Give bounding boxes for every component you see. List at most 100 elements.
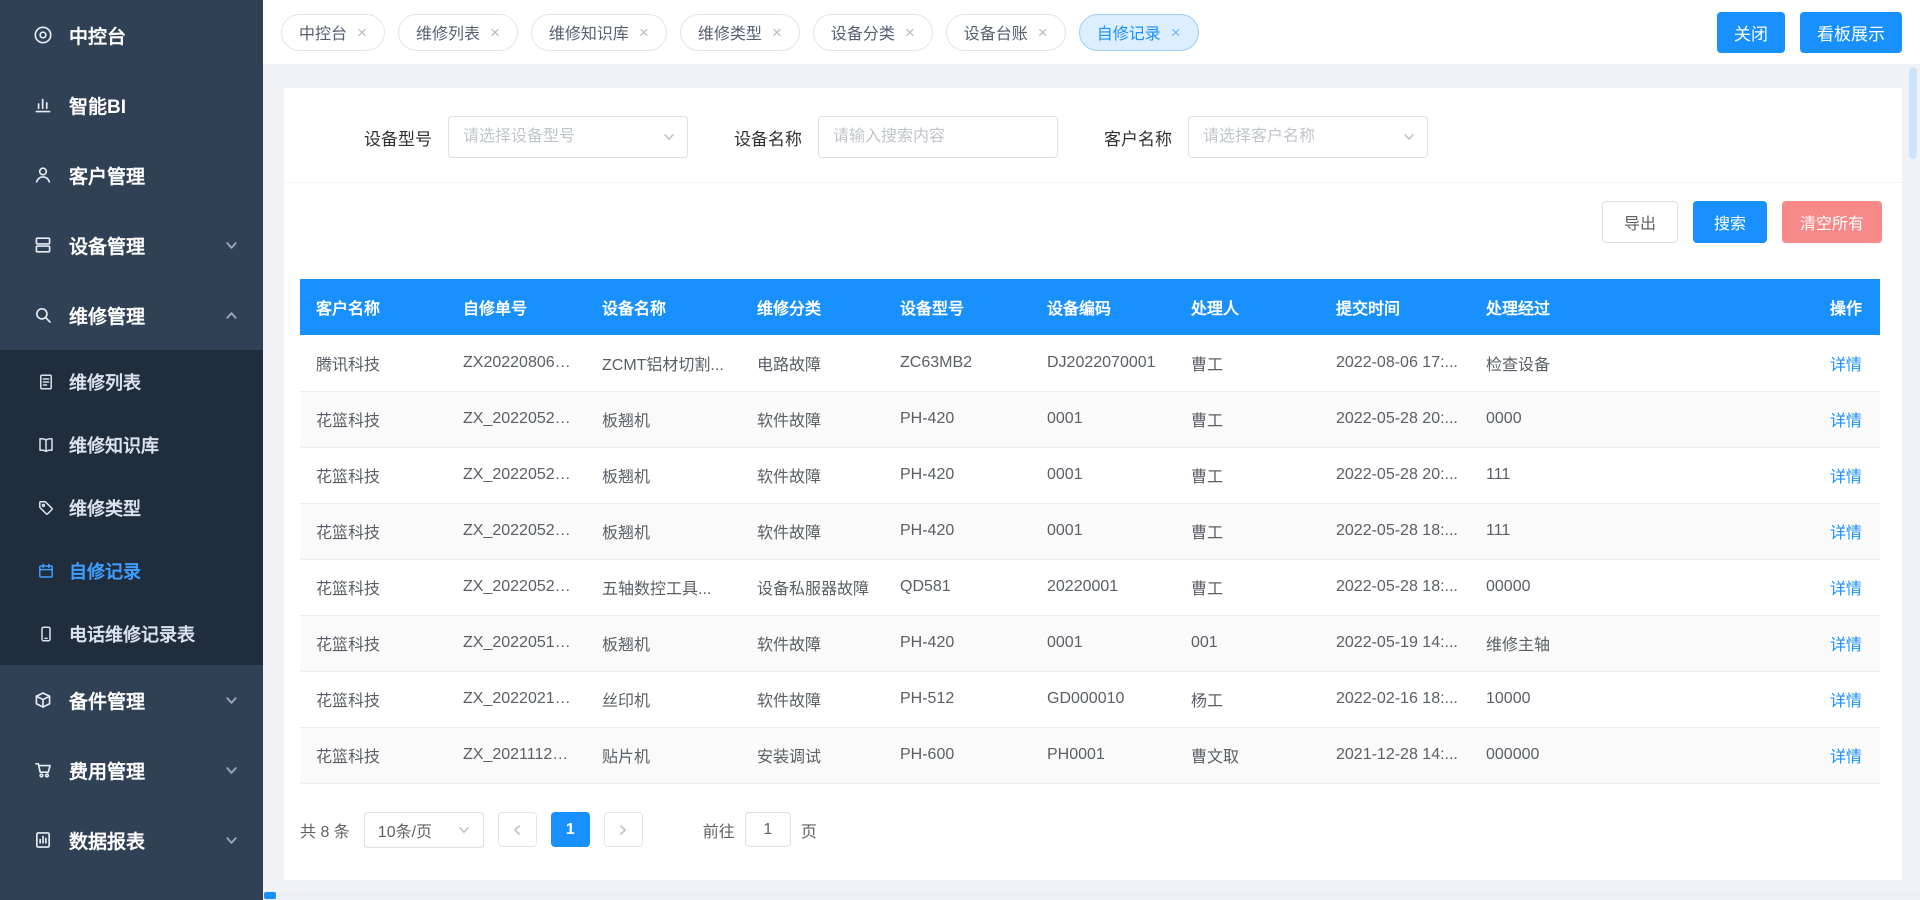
tab-close-icon[interactable]: × [357, 24, 367, 41]
table-cell: PH-420 [884, 615, 1031, 671]
table-row: 花篮科技ZX_202111281...贴片机安装调试PH-600PH0001曹文… [300, 727, 1880, 783]
sidebar-item-label: 维修知识库 [69, 432, 159, 458]
table-cell: 软件故障 [741, 671, 884, 727]
table-cell: 2021-12-28 14:... [1320, 727, 1470, 783]
sidebar-item-repair-knowledge[interactable]: 维修知识库 [0, 413, 263, 476]
maintenance-icon [32, 304, 54, 326]
table-cell: 曹工 [1175, 335, 1320, 391]
table-cell: ZX_202205281... [447, 559, 586, 615]
page-size-select[interactable]: 10条/页 [364, 812, 484, 848]
chevron-down-icon [457, 823, 471, 837]
export-button[interactable]: 导出 [1602, 201, 1678, 243]
tab-close-icon[interactable]: × [490, 24, 500, 41]
table-cell: 贴片机 [586, 727, 741, 783]
device-name-input[interactable] [818, 116, 1058, 158]
sidebar-item-label: 中控台 [69, 22, 126, 49]
topbar: 中控台× 维修列表× 维修知识库× 维修类型× 设备分类× 设备台账× 自修记录× 关闭 看… [263, 0, 1920, 64]
customer-name-select[interactable] [1188, 116, 1428, 158]
table-cell: 软件故障 [741, 615, 884, 671]
column-header: 自修单号 [447, 279, 586, 335]
sidebar-item-repair-type[interactable]: 维修类型 [0, 476, 263, 539]
sidebar-item-label: 费用管理 [69, 757, 145, 784]
total-count: 共 8 条 [300, 818, 350, 842]
sidebar-item-reports[interactable]: 数据报表 [0, 805, 263, 875]
sidebar-item-spare-parts[interactable]: 备件管理 [0, 665, 263, 735]
table-cell-actions: 详情 [1790, 447, 1880, 503]
table-header-row: 客户名称自修单号设备名称维修分类设备型号设备编码处理人提交时间处理经过操作 [300, 279, 1880, 335]
device-model-select[interactable] [448, 116, 688, 158]
sidebar-item-phone-repair-records[interactable]: 电话维修记录表 [0, 602, 263, 665]
goto-page-input[interactable] [745, 812, 791, 847]
table-cell: PH-512 [884, 671, 1031, 727]
tab-3[interactable]: 维修知识库× [531, 14, 667, 51]
sidebar-item-console[interactable]: 中控台 [0, 0, 263, 70]
sidebar-item-customers[interactable]: 客户管理 [0, 140, 263, 210]
device-name-label: 设备名称 [734, 125, 802, 150]
pagination: 共 8 条 10条/页 1 前往 页 [300, 812, 1902, 848]
current-page-button[interactable]: 1 [551, 812, 590, 847]
detail-link[interactable]: 详情 [1830, 581, 1862, 598]
table-cell: 腾讯科技 [300, 335, 447, 391]
filter-section: 设备型号 设备名称 客户名称 [284, 88, 1902, 183]
report-icon [32, 829, 54, 851]
detail-link[interactable]: 详情 [1830, 357, 1862, 374]
sidebar-item-label: 设备管理 [69, 232, 145, 259]
detail-link[interactable]: 详情 [1830, 525, 1862, 542]
actions-row: 导出 搜索 清空所有 [284, 183, 1902, 265]
tab-4[interactable]: 维修类型× [680, 14, 800, 51]
tag-icon [36, 498, 56, 518]
board-display-button[interactable]: 看板展示 [1800, 12, 1902, 53]
filter-device-name: 设备名称 [734, 116, 1058, 158]
table-cell: 花篮科技 [300, 727, 447, 783]
horizontal-scrollbar-thumb[interactable] [264, 892, 276, 899]
tab-2[interactable]: 维修列表× [398, 14, 518, 51]
table-cell: 2022-05-28 20:... [1320, 391, 1470, 447]
column-header: 提交时间 [1320, 279, 1470, 335]
tab-close-icon[interactable]: × [905, 24, 915, 41]
next-page-button[interactable] [604, 812, 643, 847]
vertical-scrollbar[interactable] [1909, 67, 1917, 159]
prev-page-button[interactable] [498, 812, 537, 847]
table-cell: ZX_202202161... [447, 671, 586, 727]
table-cell: QD581 [884, 559, 1031, 615]
tab-close-icon[interactable]: × [1038, 24, 1048, 41]
tab-5[interactable]: 设备分类× [813, 14, 933, 51]
filter-device-model: 设备型号 [364, 116, 688, 158]
table-cell: 板翘机 [586, 447, 741, 503]
tab-close-icon[interactable]: × [772, 24, 782, 41]
detail-link[interactable]: 详情 [1830, 749, 1862, 766]
filter-customer-name: 客户名称 [1104, 116, 1428, 158]
tab-6[interactable]: 设备台账× [946, 14, 1066, 51]
horizontal-scrollbar[interactable] [263, 891, 1920, 900]
tab-close-icon[interactable]: × [1171, 24, 1181, 41]
sidebar-item-devices[interactable]: 设备管理 [0, 210, 263, 280]
goto-group: 前往 页 [703, 812, 817, 847]
table-cell: 花篮科技 [300, 447, 447, 503]
sidebar-item-expenses[interactable]: 费用管理 [0, 735, 263, 805]
chevron-up-icon [224, 308, 239, 323]
sidebar-item-bi[interactable]: 智能BI [0, 70, 263, 140]
table-cell: 板翘机 [586, 503, 741, 559]
sidebar-item-maintenance[interactable]: 维修管理 [0, 280, 263, 350]
table-cell: PH-600 [884, 727, 1031, 783]
detail-link[interactable]: 详情 [1830, 469, 1862, 486]
table-cell: 111 [1470, 503, 1790, 559]
search-button[interactable]: 搜索 [1693, 201, 1767, 243]
detail-link[interactable]: 详情 [1830, 693, 1862, 710]
close-button[interactable]: 关闭 [1717, 12, 1785, 53]
table-cell-actions: 详情 [1790, 391, 1880, 447]
tab-close-icon[interactable]: × [639, 24, 649, 41]
table-row: 花篮科技ZX_202205191...板翘机软件故障PH-42000010012… [300, 615, 1880, 671]
detail-link[interactable]: 详情 [1830, 413, 1862, 430]
table-cell: 00000 [1470, 559, 1790, 615]
devices-icon [32, 234, 54, 256]
customer-name-label: 客户名称 [1104, 125, 1172, 150]
tab-7[interactable]: 自修记录× [1079, 14, 1199, 51]
sidebar-item-repair-list[interactable]: 维修列表 [0, 350, 263, 413]
sidebar-item-self-repair-records[interactable]: 自修记录 [0, 539, 263, 602]
tab-1[interactable]: 中控台× [281, 14, 385, 51]
detail-link[interactable]: 详情 [1830, 637, 1862, 654]
sidebar-item-label: 数据报表 [69, 827, 145, 854]
table-cell: 2022-05-28 18:... [1320, 503, 1470, 559]
clear-all-button[interactable]: 清空所有 [1782, 201, 1882, 243]
